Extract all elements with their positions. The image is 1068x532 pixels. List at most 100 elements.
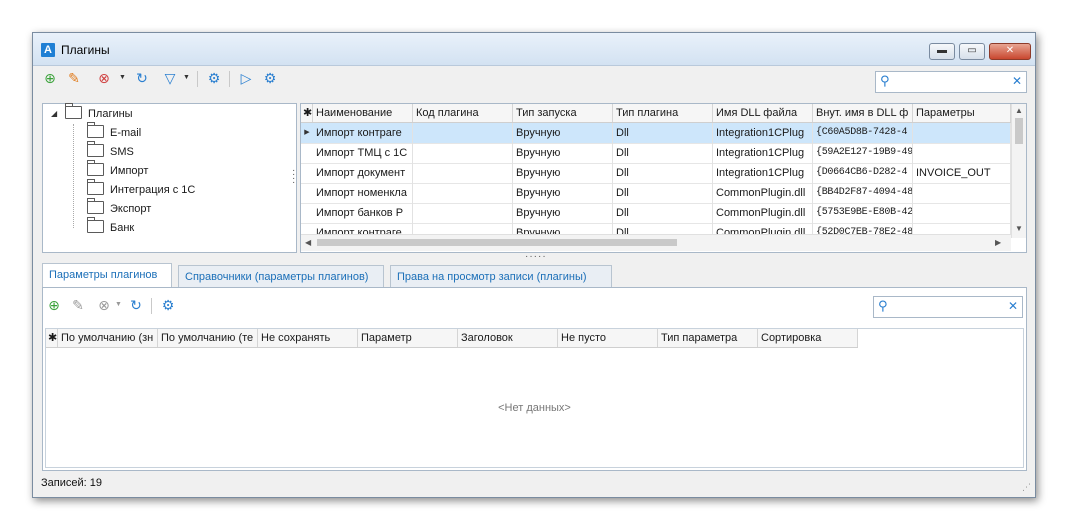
column-header[interactable]: По умолчанию (те [158, 329, 258, 347]
title-bar[interactable]: A Плагины ▬ ▭ ✕ [33, 33, 1035, 66]
table-cell: Вручную [513, 123, 613, 143]
parameters-panel: ⊕ ✎ ⊗ ▼ ↻ ⚙ ⚲ ✕ ✱ По умолчанию (зн По ум… [42, 287, 1027, 471]
column-header[interactable]: Внут. имя в DLL ф [813, 104, 913, 122]
column-header[interactable]: Имя DLL файла [713, 104, 813, 122]
table-row[interactable]: Импорт документ Вручную Dll Integration1… [301, 163, 1011, 184]
column-header[interactable]: Заголовок [458, 329, 558, 347]
tree-item[interactable]: Импорт [87, 160, 149, 179]
table-cell: {BB4D2F87-4094-48 [813, 183, 913, 203]
delete-icon[interactable]: ⊗ [95, 69, 113, 87]
table-row[interactable]: Импорт номенкла Вручную Dll CommonPlugin… [301, 183, 1011, 204]
gear-icon[interactable]: ⚙ [261, 69, 279, 87]
column-header[interactable]: Не сохранять [258, 329, 358, 347]
tree-item[interactable]: SMS [87, 141, 134, 160]
table-cell: Вручную [513, 183, 613, 203]
table-cell [413, 143, 513, 163]
delete-dropdown-icon[interactable]: ▼ [119, 74, 126, 81]
vertical-splitter[interactable]: · · · · [292, 166, 295, 188]
scroll-down-icon[interactable]: ▼ [1015, 224, 1023, 233]
column-header[interactable]: Тип плагина [613, 104, 713, 122]
scroll-left-icon[interactable]: ◀ [305, 238, 311, 247]
tree-item[interactable]: Экспорт [87, 198, 151, 217]
tab-references[interactable]: Справочники (параметры плагинов) [178, 265, 384, 287]
edit-icon: ✎ [72, 297, 84, 313]
table-cell: Integration1CPlug [713, 163, 813, 183]
table-cell: Integration1CPlug [713, 123, 813, 143]
tree-root[interactable]: Плагины [65, 103, 133, 122]
tree-item-label: Банк [110, 222, 135, 234]
run-icon[interactable]: ▷ [237, 69, 255, 87]
refresh-icon[interactable]: ↻ [133, 69, 151, 87]
table-cell: Integration1CPlug [713, 143, 813, 163]
filter-dropdown-icon[interactable]: ▼ [183, 74, 190, 81]
table-cell [413, 203, 513, 223]
add-icon[interactable]: ⊕ [45, 296, 63, 314]
table-cell [413, 163, 513, 183]
tree-item-label: Импорт [110, 165, 149, 177]
column-header[interactable]: Код плагина [413, 104, 513, 122]
column-header[interactable]: Параметр [358, 329, 458, 347]
settings-icon[interactable]: ⚙ [159, 296, 177, 314]
tree-collapse-icon[interactable]: ◢ [51, 109, 57, 118]
column-header[interactable]: Не пусто [558, 329, 658, 347]
search-icon: ⚲ [878, 298, 888, 313]
close-button[interactable]: ✕ [989, 43, 1031, 60]
tab-plugin-parameters[interactable]: Параметры плагинов [42, 263, 172, 287]
table-cell: INVOICE_OUT [913, 163, 1011, 183]
tree-item[interactable]: E-mail [87, 122, 141, 141]
grid-header: ✱ Наименование Код плагина Тип запуска Т… [301, 104, 1011, 123]
table-cell: {C60A5D8B-7428-4 [813, 123, 913, 143]
horizontal-scrollbar[interactable]: ◀ ▶ [301, 234, 1011, 251]
toolbar-separator [229, 71, 230, 87]
table-cell: Dll [613, 143, 713, 163]
clear-search-icon[interactable]: ✕ [1012, 74, 1022, 88]
column-header[interactable]: Тип запуска [513, 104, 613, 122]
window-title: Плагины [61, 43, 110, 57]
current-row-marker-icon: ▶ [304, 129, 310, 136]
scroll-right-icon[interactable]: ▶ [995, 238, 1001, 247]
search-input[interactable] [896, 74, 1010, 90]
tree-item-label: Интеграция с 1С [110, 184, 196, 196]
minimize-button[interactable]: ▬ [929, 43, 955, 60]
table-cell: Вручную [513, 163, 613, 183]
table-cell: Импорт ТМЦ с 1С [313, 143, 413, 163]
column-header[interactable]: Параметры [913, 104, 1011, 122]
maximize-button[interactable]: ▭ [959, 43, 985, 60]
table-row[interactable]: Импорт ТМЦ с 1С Вручную Dll Integration1… [301, 143, 1011, 164]
table-cell: Dll [613, 123, 713, 143]
refresh-icon[interactable]: ↻ [127, 296, 145, 314]
scroll-thumb[interactable] [317, 239, 677, 246]
tree-root-label: Плагины [88, 108, 133, 120]
params-search-box: ⚲ ✕ [873, 296, 1023, 318]
clear-search-icon[interactable]: ✕ [1008, 299, 1018, 313]
table-cell [913, 203, 1011, 223]
table-cell: Вручную [513, 203, 613, 223]
params-search-input[interactable] [894, 299, 1008, 315]
tree-item[interactable]: Интеграция с 1С [87, 179, 196, 198]
edit-icon[interactable]: ✎ [65, 69, 83, 87]
column-header[interactable]: Наименование [313, 104, 413, 122]
column-chooser-icon[interactable]: ✱ [46, 329, 58, 347]
add-icon[interactable]: ⊕ [41, 69, 59, 87]
tab-view-rights[interactable]: Права на просмотр записи (плагины) [390, 265, 612, 287]
table-cell: Dll [613, 203, 713, 223]
table-row[interactable]: Импорт банков Р Вручную Dll CommonPlugin… [301, 203, 1011, 224]
folder-icon [87, 179, 104, 195]
search-box: ⚲ ✕ [875, 71, 1027, 93]
filter-icon[interactable]: ▽ [161, 69, 179, 87]
plugins-tree: ◢ Плагины E-mail SMS Импорт Интеграция с… [42, 103, 297, 253]
table-cell: Импорт номенкла [313, 183, 413, 203]
table-row[interactable]: ▶ Импорт контраге Вручную Dll Integratio… [301, 123, 1011, 144]
horizontal-splitter[interactable]: ····· [525, 252, 547, 262]
column-header[interactable]: По умолчанию (зн [58, 329, 158, 347]
column-chooser-icon[interactable]: ✱ [301, 104, 313, 122]
scroll-up-icon[interactable]: ▲ [1015, 106, 1023, 115]
settings-icon[interactable]: ⚙ [205, 69, 223, 87]
column-header[interactable]: Тип параметра [658, 329, 758, 347]
grid-header: ✱ По умолчанию (зн По умолчанию (те Не с… [46, 329, 858, 348]
tree-item[interactable]: Банк [87, 217, 135, 236]
vertical-scrollbar[interactable]: ▲ ▼ [1011, 104, 1026, 238]
column-header[interactable]: Сортировка [758, 329, 858, 347]
scroll-thumb[interactable] [1015, 118, 1023, 144]
resize-grip-icon[interactable]: ⋰ [1022, 482, 1031, 493]
